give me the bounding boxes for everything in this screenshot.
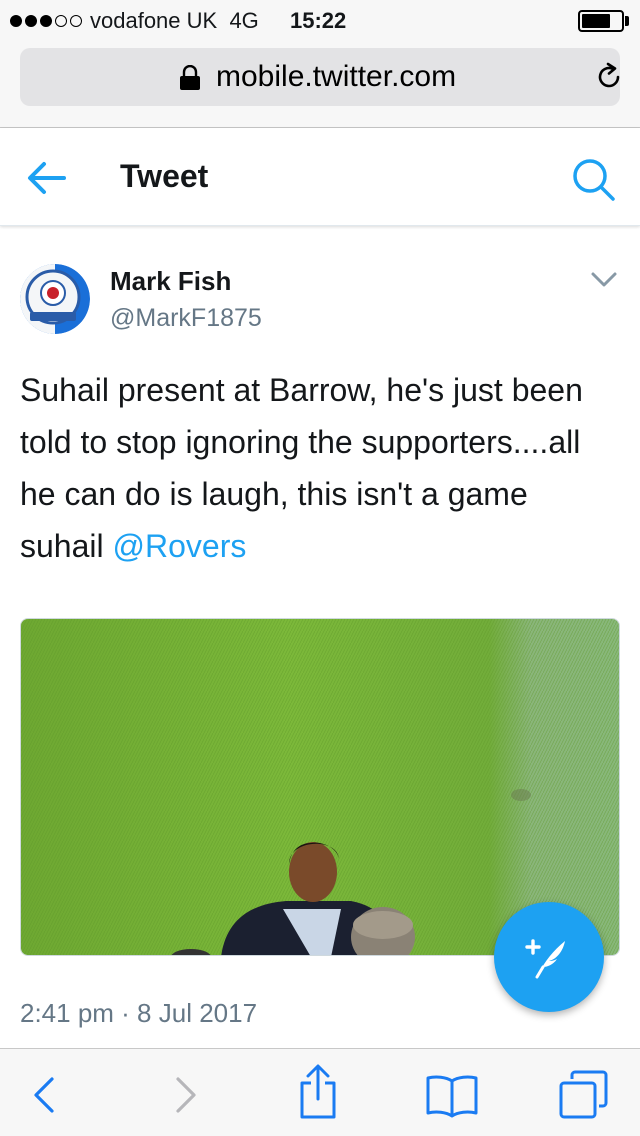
carrier-label: vodafone UK 4G bbox=[90, 8, 259, 33]
url-text: mobile.twitter.com bbox=[216, 60, 457, 93]
network-label: 4G bbox=[229, 8, 259, 33]
twitter-header: Tweet bbox=[0, 128, 640, 226]
forward-icon[interactable] bbox=[160, 1071, 208, 1119]
tweet-text: Suhail present at Barrow, he's just been… bbox=[20, 364, 620, 572]
avatar[interactable] bbox=[20, 264, 90, 334]
user-handle[interactable]: @MarkF1875 bbox=[110, 304, 262, 333]
page-title: Tweet bbox=[120, 158, 209, 194]
share-icon[interactable] bbox=[294, 1063, 342, 1119]
url-field[interactable]: mobile.twitter.com bbox=[20, 48, 620, 106]
back-arrow-icon[interactable] bbox=[26, 158, 68, 198]
tweet-timestamp: 2:41 pm · 8 Jul 2017 bbox=[20, 998, 258, 1028]
status-bar: vodafone UK 4G 15:22 bbox=[0, 0, 640, 40]
reload-icon[interactable] bbox=[594, 62, 624, 92]
search-icon[interactable] bbox=[570, 156, 616, 202]
mention-link[interactable]: @Rovers bbox=[113, 528, 247, 564]
compose-tweet-button[interactable] bbox=[494, 902, 604, 1012]
display-name[interactable]: Mark Fish bbox=[110, 266, 231, 297]
back-icon[interactable] bbox=[22, 1071, 70, 1119]
tweet-body: Suhail present at Barrow, he's just been… bbox=[20, 372, 583, 564]
tabs-icon[interactable] bbox=[558, 1069, 610, 1121]
bookmarks-icon[interactable] bbox=[424, 1071, 480, 1119]
status-time: 15:22 bbox=[290, 8, 347, 33]
browser-toolbar bbox=[0, 1048, 640, 1136]
signal-strength-icon bbox=[10, 15, 82, 27]
battery-icon bbox=[578, 10, 624, 32]
browser-address-bar: mobile.twitter.com bbox=[0, 40, 640, 128]
compose-tweet-icon bbox=[525, 939, 565, 979]
chevron-down-icon[interactable] bbox=[590, 270, 618, 290]
lock-icon bbox=[180, 65, 200, 90]
battery-tip bbox=[625, 16, 629, 26]
